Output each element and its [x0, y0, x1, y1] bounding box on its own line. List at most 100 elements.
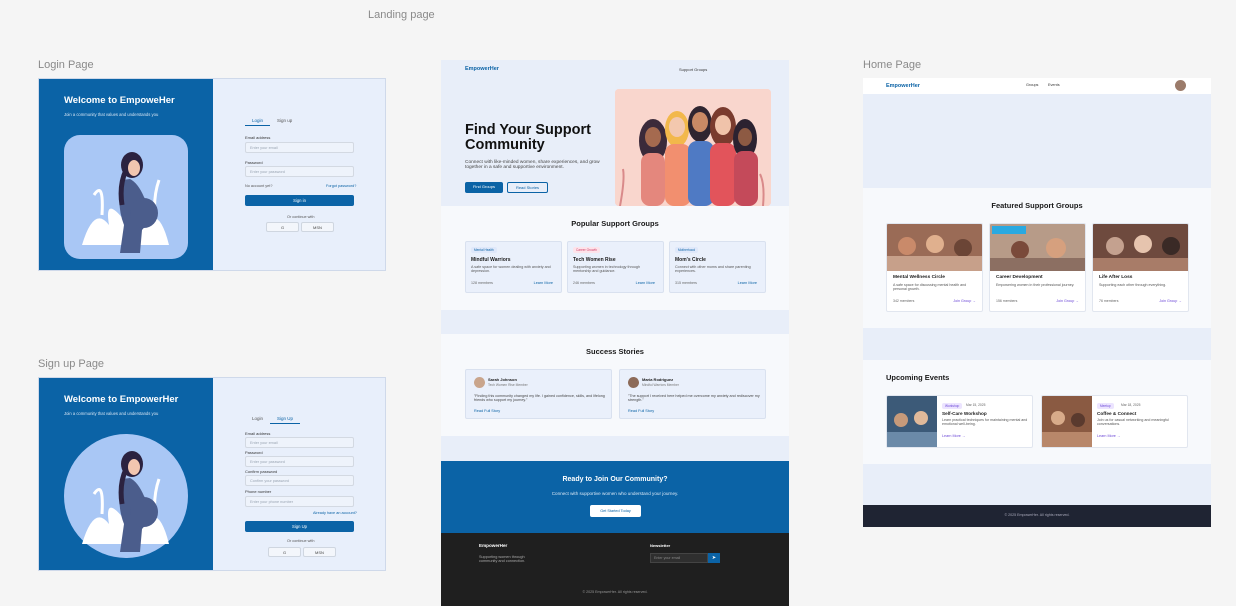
group-tag: Mental Health	[471, 247, 497, 253]
email-label: Email address	[245, 431, 271, 436]
join-group-link[interactable]: Join Group →	[953, 299, 976, 303]
group-desc: A safe space for women dealing with anxi…	[471, 265, 551, 274]
story-role: Mindful Warriors Member	[642, 383, 679, 387]
email-field[interactable]: Enter your email	[245, 437, 354, 448]
group-card[interactable]: Life After Loss Supporting each other th…	[1092, 223, 1189, 312]
cta-section: Ready to Join Our Community? Connect wit…	[441, 461, 789, 533]
hero-women-illustration	[615, 89, 771, 206]
group-tag: Motherhood	[675, 247, 699, 253]
password-field[interactable]: Enter your password	[245, 166, 354, 177]
learn-more-link[interactable]: Learn More	[636, 281, 655, 285]
no-account-link[interactable]: No account yet?	[245, 184, 272, 188]
group-card[interactable]: Career Growth Tech Women Rise Supporting…	[567, 241, 664, 293]
popular-groups-section: Popular Support Groups Mental Health Min…	[441, 206, 789, 310]
nav-events[interactable]: Events	[1048, 83, 1060, 87]
cta-text: Connect with supportive women who unders…	[551, 491, 679, 496]
password-field[interactable]: Enter your password	[245, 456, 354, 467]
story-quote: "The support I received here helped me o…	[628, 394, 760, 403]
email-field[interactable]: Enter your email	[245, 142, 354, 153]
login-form-panel: Login Sign up Email address Enter your e…	[213, 79, 385, 270]
forgot-password-link[interactable]: Forgot password?	[326, 184, 356, 188]
group-title: Mental Wellness Circle	[893, 275, 945, 280]
event-title: Self-Care Workshop	[942, 411, 987, 416]
signup-tagline: Join a community that values and underst…	[64, 411, 159, 416]
signup-welcome-title: Welcome to EmpowerHer	[64, 394, 179, 405]
success-stories-section: Success Stories Sarah Johnson Tech Women…	[441, 334, 789, 436]
frame-label-home: Home Page	[863, 59, 922, 71]
phone-label: Phone number	[245, 489, 272, 494]
learn-more-link[interactable]: Learn More	[738, 281, 757, 285]
or-continue-text: Or continue with	[287, 539, 315, 543]
story-name: Sarah Johnson	[488, 377, 517, 382]
read-stories-button[interactable]: Read Stories	[507, 182, 548, 193]
frame-label-landing: Landing page	[368, 9, 435, 21]
learn-more-link[interactable]: Learn More →	[942, 434, 966, 438]
group-card[interactable]: Motherhood Mom's Circle Connect with oth…	[669, 241, 766, 293]
footer-text: Supporting women through community and c…	[479, 555, 526, 564]
signup-form-panel: Login Sign Up Email address Enter your e…	[213, 378, 385, 570]
group-desc: Connect with other moms and share parent…	[675, 265, 751, 274]
learn-more-link[interactable]: Learn More →	[1097, 434, 1121, 438]
home-logo[interactable]: EmpowerHer	[886, 83, 920, 89]
group-tag: Career Growth	[573, 247, 600, 253]
group-desc: Empowering women in their professional j…	[996, 283, 1075, 287]
avatar	[474, 377, 485, 388]
phone-field[interactable]: Enter your phone number	[245, 496, 354, 507]
find-groups-button[interactable]: Find Groups	[465, 182, 503, 193]
login-welcome-title: Welcome to EmpoweHer	[64, 95, 175, 106]
tab-login[interactable]: Login	[245, 414, 270, 424]
event-card[interactable]: Meetup Mar 18, 2025 Coffee & Connect Joi…	[1041, 395, 1188, 448]
group-card[interactable]: Mental Health Mindful Warriors A safe sp…	[465, 241, 562, 293]
newsletter-title: Newsletter	[650, 543, 671, 548]
pregnant-woman-illustration	[64, 135, 188, 259]
login-hero-panel: Welcome to EmpoweHer Join a community th…	[39, 79, 213, 270]
get-started-button[interactable]: Get Started Today	[590, 505, 641, 517]
tab-signup[interactable]: Sign Up	[270, 414, 301, 424]
signup-hero-panel: Welcome to EmpowerHer Join a community t…	[39, 378, 213, 570]
story-name: Maria Rodriguez	[642, 377, 674, 382]
confirm-password-field[interactable]: Confirm your password	[245, 475, 354, 486]
tab-login[interactable]: Login	[245, 116, 271, 126]
have-account-link[interactable]: Already have an account?	[313, 511, 357, 515]
frame-label-signup: Sign up Page	[38, 358, 105, 370]
group-title: Career Development	[996, 275, 1043, 280]
login-frame: Welcome to EmpoweHer Join a community th…	[38, 78, 386, 271]
nav-support-groups[interactable]: Support Groups	[679, 67, 707, 72]
landing-logo[interactable]: EmpowerHer	[465, 66, 499, 72]
send-icon[interactable]: ➤	[708, 553, 720, 563]
signup-button[interactable]: Sign Up	[245, 521, 354, 532]
read-full-story-link[interactable]: Read Full Story	[628, 409, 654, 413]
group-members: 76 members	[1099, 299, 1119, 303]
google-button[interactable]: G	[266, 222, 299, 232]
group-members: 128 members	[471, 281, 493, 285]
group-members: 342 members	[893, 299, 915, 303]
success-stories-title: Success Stories	[586, 347, 644, 356]
or-continue-text: Or continue with	[287, 215, 315, 219]
join-group-link[interactable]: Join Group →	[1056, 299, 1079, 303]
msn-button[interactable]: MSN	[301, 222, 334, 232]
join-group-link[interactable]: Join Group →	[1159, 299, 1182, 303]
msn-button[interactable]: MSN	[303, 547, 336, 557]
footer-brand: EmpowerHer	[479, 543, 508, 548]
cta-title: Ready to Join Our Community?	[562, 476, 668, 483]
home-footer: © 2025 EmpowerHer. All rights reserved.	[863, 505, 1211, 527]
group-card[interactable]: Career Development Empowering women in t…	[989, 223, 1086, 312]
upcoming-events-section: Upcoming Events Workshop Mar 15, 2025 Se…	[863, 360, 1211, 464]
read-full-story-link[interactable]: Read Full Story	[474, 409, 500, 413]
group-title: Life After Loss	[1099, 275, 1133, 280]
landing-navbar: EmpowerHer Support Groups	[441, 60, 789, 80]
learn-more-link[interactable]: Learn More	[534, 281, 553, 285]
event-card[interactable]: Workshop Mar 15, 2025 Self-Care Workshop…	[886, 395, 1033, 448]
google-button[interactable]: G	[268, 547, 301, 557]
tab-signup[interactable]: Sign up	[270, 116, 299, 126]
group-photo	[887, 224, 982, 271]
group-photo	[1093, 224, 1188, 271]
group-card[interactable]: Mental Wellness Circle A safe space for …	[886, 223, 983, 312]
login-tagline: Join a community that values and underst…	[64, 112, 159, 117]
avatar[interactable]	[1175, 80, 1186, 91]
hero-text: Connect with like-minded women, share ex…	[465, 160, 600, 171]
email-label: Email address	[245, 135, 271, 140]
nav-groups[interactable]: Groups	[1026, 83, 1038, 87]
signin-button[interactable]: Sign in	[245, 195, 354, 206]
newsletter-input[interactable]: Enter your email	[650, 553, 708, 563]
